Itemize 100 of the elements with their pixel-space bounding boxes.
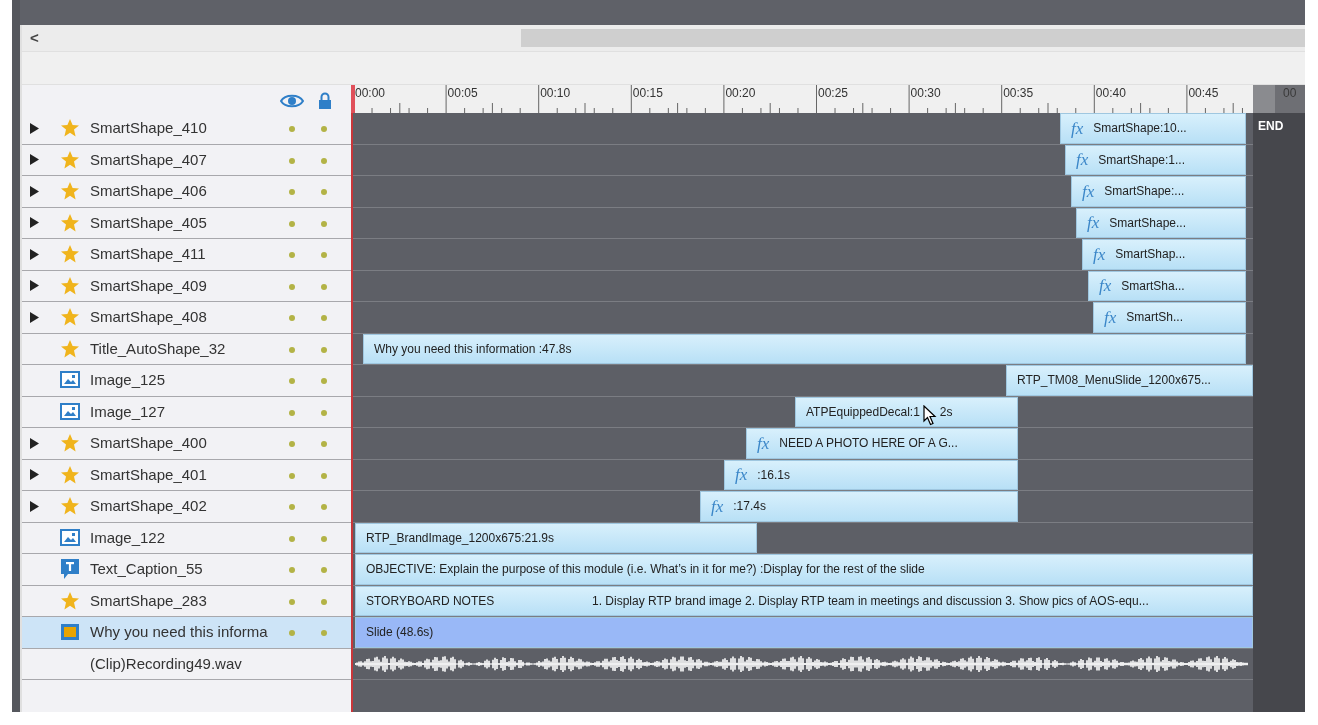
layer-row[interactable]: (Clip)Recording49.wav: [22, 648, 351, 680]
layer-row[interactable]: SmartShape_410: [22, 113, 351, 145]
layer-row[interactable]: Image_125: [22, 365, 351, 397]
timeline-bar[interactable]: fx NEED A PHOTO HERE OF A G...: [746, 428, 1018, 459]
scroll-left-button[interactable]: <: [22, 26, 50, 50]
ruler-tick-label: 00:40: [1095, 86, 1126, 100]
bar-label: SmartShape:10...: [1093, 120, 1187, 138]
bar-label: :16.1s: [757, 466, 790, 484]
end-label: END: [1258, 118, 1285, 135]
image-icon: [60, 402, 80, 421]
ruler-tick-label: 00:35: [1003, 86, 1034, 100]
layer-row[interactable]: SmartShape_402: [22, 491, 351, 523]
expand-arrow-icon[interactable]: [30, 437, 39, 449]
effect-label: fx: [1076, 149, 1089, 171]
expand-arrow-icon[interactable]: [30, 311, 39, 323]
layer-name: (Clip)Recording49.wav: [90, 653, 242, 674]
layer-name: SmartShape_407: [90, 149, 207, 170]
slide-bar[interactable]: Slide (48.6s): [355, 617, 1253, 648]
bar-label: SmartSh...: [1126, 309, 1183, 327]
layer-name: Image_127: [90, 401, 166, 422]
layer-row[interactable]: SmartShape_406: [22, 176, 351, 208]
bar-label: SmartSha...: [1121, 277, 1185, 295]
layer-row[interactable]: SmartShape_407: [22, 144, 351, 176]
bar-label: :17.4s: [733, 498, 766, 516]
timeline-bar[interactable]: Why you need this information :47.8s: [363, 333, 1246, 364]
expand-arrow-icon[interactable]: [30, 154, 39, 166]
timeline-bar[interactable]: fx SmartShape:1...: [1065, 144, 1246, 175]
layer-row[interactable]: SmartShape_405: [22, 207, 351, 239]
expand-arrow-icon[interactable]: [30, 217, 39, 229]
timeline-bar[interactable]: fx SmartSh...: [1093, 302, 1246, 333]
timeline-bar[interactable]: RTP_TM08_MenuSlide_1200x675...: [1006, 365, 1253, 396]
layer-row[interactable]: Image_122: [22, 522, 351, 554]
expand-arrow-icon[interactable]: [30, 185, 39, 197]
layer-row[interactable]: SmartShape_400: [22, 428, 351, 460]
timeline-bar[interactable]: RTP_BrandImage_1200x675:21.9s: [355, 522, 757, 553]
ruler-tick-label: 00: [1283, 86, 1297, 100]
bar-label: ATPEquippedDecal:1: [806, 403, 920, 421]
playhead-marker[interactable]: [351, 85, 355, 113]
layer-name: SmartShape_408: [90, 307, 207, 327]
bar-label: RTP_BrandImage_1200x675:21.9s: [366, 529, 554, 547]
scrollbar-thumb[interactable]: [521, 29, 1305, 47]
eye-icon: [280, 93, 304, 109]
effect-label: fx: [1093, 243, 1106, 266]
layer-name: Image_122: [90, 527, 166, 548]
star-icon: [60, 338, 80, 359]
timeline-bar[interactable]: fx SmartShape:10...: [1060, 113, 1246, 144]
star-icon: [60, 181, 80, 202]
expand-arrow-icon[interactable]: [30, 280, 39, 292]
timeline-bar[interactable]: fx :17.4s: [700, 491, 1018, 522]
image-icon: [60, 528, 80, 547]
timeline-bar[interactable]: fx :16.1s: [724, 459, 1018, 490]
bar-label: STORYBOARD NOTES: [366, 592, 496, 610]
layer-row[interactable]: SmartShape_401: [22, 459, 351, 491]
layer-name: SmartShape_411: [90, 244, 206, 264]
timeline-bar[interactable]: fx SmartShape...: [1076, 207, 1246, 238]
timeline-bar[interactable]: OBJECTIVE: Explain the purpose of this module (i.e. What’s in it for me?) :Display for the rest of the slide: [355, 554, 1253, 585]
layer-name: Title_AutoShape_32: [90, 338, 226, 359]
effect-label: fx: [1071, 117, 1084, 140]
bar-label: OBJECTIVE: Explain the purpose of this module (i.e. What’s in it for me?) :Display for the rest of the slide: [366, 561, 925, 579]
layer-row[interactable]: SmartShape_411: [22, 239, 351, 271]
timeline-bar[interactable]: fx SmartShap...: [1082, 239, 1246, 270]
timeline-bar[interactable]: fx SmartSha...: [1088, 270, 1246, 301]
expand-arrow-icon[interactable]: [30, 469, 39, 481]
caption-icon: [60, 558, 80, 581]
bar-label: RTP_TM08_MenuSlide_1200x675...: [1017, 372, 1211, 390]
ruler-tick-label: 00:25: [818, 86, 849, 100]
expand-arrow-icon[interactable]: [30, 248, 39, 260]
star-icon: [60, 496, 80, 517]
effect-label: fx: [1082, 180, 1095, 203]
star-icon: [60, 275, 80, 296]
bar-label: SmartShape:1...: [1098, 151, 1185, 169]
image-icon: [60, 371, 80, 390]
layer-name: Text_Caption_55: [90, 559, 203, 579]
layer-row[interactable]: Why you need this informa: [22, 617, 351, 649]
star-icon: [60, 590, 80, 611]
layer-name: SmartShape_401: [90, 464, 207, 485]
star-icon: [60, 244, 80, 265]
layer-name: Image_125: [90, 370, 166, 390]
timeline-bar[interactable]: ATPEquippedDecal:1 2s: [795, 396, 1018, 427]
layer-name: SmartShape_402: [90, 496, 207, 516]
layer-row[interactable]: Title_AutoShape_32: [22, 333, 351, 365]
lock-icon: [318, 92, 332, 109]
layer-row[interactable]: Image_127: [22, 396, 351, 428]
layer-row[interactable]: SmartShape_409: [22, 270, 351, 302]
bar-label: 1. Display RTP brand image 2. Display RTP team in meetings and discussion 3. Show pics of AOS-equ...: [592, 592, 1149, 610]
effect-label: fx: [1087, 212, 1100, 234]
timeline-bar[interactable]: fx SmartShape:...: [1071, 176, 1246, 207]
expand-arrow-icon[interactable]: [30, 500, 39, 512]
layer-row[interactable]: Text_Caption_55: [22, 554, 351, 586]
bar-label: Slide (48.6s): [366, 624, 434, 642]
timeline-bar[interactable]: STORYBOARD NOTES 1. Display RTP brand image 2. Display RTP team in meetings and discussion 3. Show pics of AOS-equ...: [355, 585, 1253, 616]
layer-row[interactable]: SmartShape_408: [22, 302, 351, 334]
ruler-tick-label: 00:00: [355, 86, 386, 100]
bar-label: Why you need this information :47.8s: [374, 340, 572, 358]
timeline-ruler[interactable]: 00:00 00:05 00:10 00:15 00:20 00:25 00:30 00:35 00:40 00:45: [353, 85, 1253, 113]
bar-label: SmartShape...: [1109, 214, 1186, 232]
effect-label: fx: [711, 495, 724, 518]
expand-arrow-icon[interactable]: [30, 122, 39, 134]
bar-label: SmartShape:...: [1104, 183, 1185, 201]
layer-name: SmartShape_405: [90, 212, 207, 233]
